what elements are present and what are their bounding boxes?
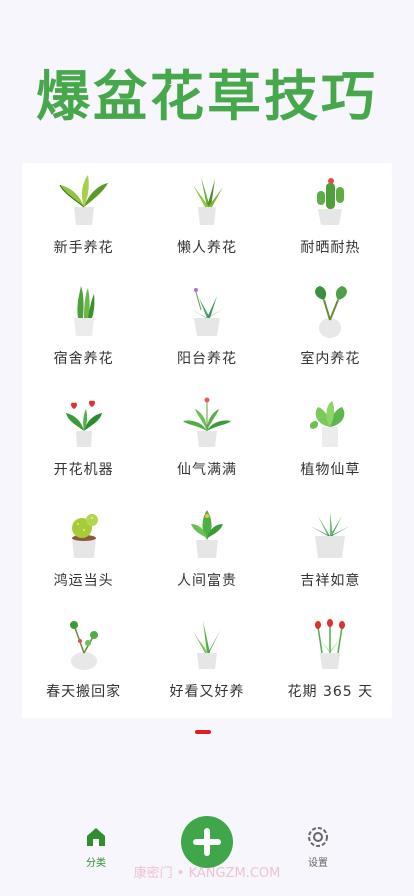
category-label: 植物仙草 (300, 462, 361, 478)
category-item[interactable]: 植物仙草 (269, 385, 392, 496)
category-grid: 新手养花 懒人养花 耐晒耐热 宿舍养花 阳台养花 室内养花 开花机器 仙气满满 … (22, 163, 392, 718)
category-item[interactable]: 懒人养花 (145, 163, 268, 274)
category-label: 春天搬回家 (46, 684, 122, 700)
category-item[interactable]: 阳台养花 (145, 274, 268, 385)
home-icon (87, 828, 105, 846)
category-item[interactable]: 仙气满满 (145, 385, 268, 496)
fern-plant-icon (190, 510, 223, 558)
category-item[interactable]: 鸿运当头 (22, 496, 145, 607)
category-label: 阳台养花 (176, 351, 237, 367)
variegated-plant-icon (59, 175, 108, 225)
ball-cactus-icon (71, 514, 98, 558)
grass-plant-icon (192, 621, 221, 669)
gear-icon (308, 827, 328, 847)
category-label: 耐晒耐热 (300, 240, 361, 256)
category-item[interactable]: 人间富贵 (145, 496, 268, 607)
category-item[interactable]: 花期 365 天 (269, 607, 392, 718)
snake-plant-icon (73, 286, 95, 336)
plus-icon (193, 828, 221, 856)
category-item[interactable]: 室内养花 (269, 274, 392, 385)
agave-plant-icon (188, 288, 225, 336)
category-label: 宿舍养花 (53, 351, 114, 367)
category-label: 懒人养花 (176, 240, 237, 256)
anthurium-plant-icon (65, 400, 102, 447)
add-button[interactable] (181, 816, 233, 868)
alocasia-plant-icon (315, 286, 348, 338)
aloe-plant-icon (192, 177, 223, 225)
tulip-plant-icon (315, 619, 346, 669)
tab-bar: 分类 设置 (0, 800, 414, 896)
category-label: 室内养花 (300, 351, 361, 367)
category-item[interactable]: 开花机器 (22, 385, 145, 496)
category-label: 鸿运当头 (53, 573, 114, 589)
watermark: 康密门 • KANGZM.COM (133, 866, 281, 881)
category-item[interactable]: 吉祥如意 (269, 496, 392, 607)
category-label: 开花机器 (53, 462, 114, 478)
monstera-plant-icon (310, 401, 345, 447)
category-label: 花期 365 天 (287, 684, 374, 700)
category-item[interactable]: 新手养花 (22, 163, 145, 274)
category-item[interactable]: 宿舍养花 (22, 274, 145, 385)
category-item[interactable]: 耐晒耐热 (269, 163, 392, 274)
page-indicator (195, 730, 211, 734)
page-title: 爆盆花草技巧 (36, 65, 378, 128)
category-item[interactable]: 春天搬回家 (22, 607, 145, 718)
palm-plant-icon (182, 397, 231, 447)
category-label: 吉祥如意 (300, 573, 361, 589)
cactus-plant-icon (317, 178, 345, 225)
category-item[interactable]: 好看又好养 (145, 607, 268, 718)
category-label: 仙气满满 (176, 462, 237, 478)
category-label: 好看又好养 (169, 684, 245, 700)
category-label: 新手养花 (53, 240, 114, 256)
category-label: 人间富贵 (176, 573, 237, 589)
pilea-plant-icon (69, 621, 98, 670)
succulent-plant-icon (310, 512, 351, 558)
